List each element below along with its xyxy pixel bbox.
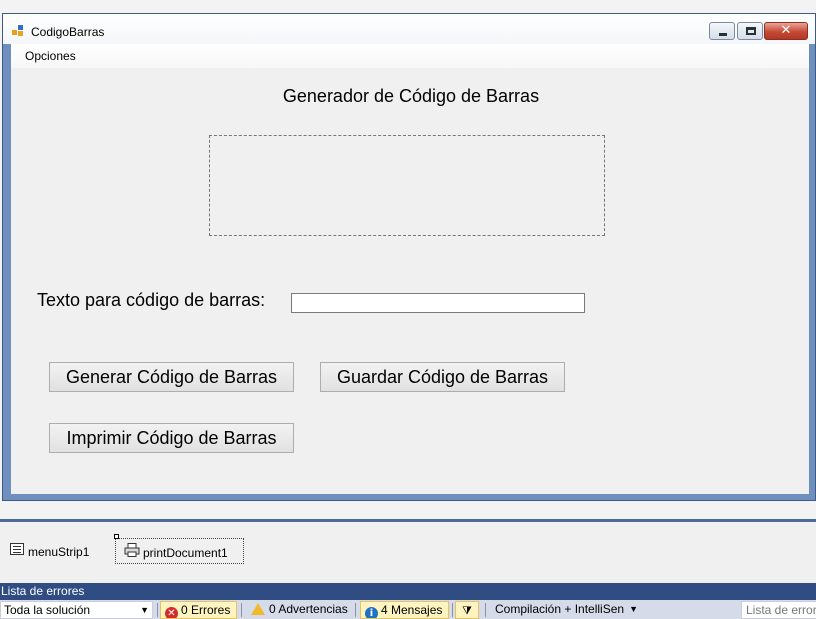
messages-count: 4 Mensajes [381, 603, 443, 617]
form-heading: Generador de Código de Barras [282, 86, 540, 106]
error-list-header: Lista de errores [0, 583, 816, 600]
scope-dropdown[interactable]: Toda la solución ▼ [0, 601, 153, 619]
error-list-toolbar: Toda la solución ▼ ✕ 0 Errores 0 Adverten… [0, 600, 816, 619]
menu-strip: Opciones [11, 44, 809, 68]
toolbar-separator [452, 603, 453, 617]
print-barcode-button[interactable]: Imprimir Código de Barras [49, 423, 294, 453]
toolbar-separator [355, 603, 356, 617]
warning-icon [251, 603, 265, 615]
generate-barcode-button[interactable]: Generar Código de Barras [49, 362, 294, 392]
error-icon: ✕ [165, 607, 178, 618]
form-client-area: Opciones Generador de Código de Barras T… [11, 44, 809, 494]
filter-button[interactable]: ⧩ [455, 601, 479, 619]
printer-icon [124, 543, 140, 557]
barcode-picture-box [209, 135, 605, 236]
menu-item-opciones[interactable]: Opciones [25, 49, 76, 63]
save-barcode-button[interactable]: Guardar Código de Barras [320, 362, 565, 392]
app-icon [12, 25, 25, 36]
chevron-down-icon: ▼ [140, 605, 149, 615]
toolbar-separator [485, 603, 486, 617]
error-list-search[interactable]: Lista de errores [741, 601, 816, 619]
error-list-title: Lista de errores [1, 584, 85, 598]
toolbar-separator [241, 603, 242, 617]
window-title: CodigoBarras [31, 25, 105, 39]
errors-filter-toggle[interactable]: ✕ 0 Errores [160, 601, 237, 619]
designer-surface: CodigoBarras ✕ Opciones Generador de Cód… [0, 0, 816, 519]
filter-icon: ⧩ [462, 605, 472, 617]
minimize-icon [719, 33, 727, 36]
form-window[interactable]: CodigoBarras ✕ Opciones Generador de Cód… [2, 13, 816, 501]
title-bar[interactable]: CodigoBarras ✕ [3, 14, 815, 44]
barcode-text-input[interactable] [291, 293, 585, 313]
info-icon: i [365, 607, 378, 618]
warnings-filter-toggle[interactable]: 0 Advertencias [245, 601, 350, 619]
build-filter-dropdown[interactable]: Compilación + IntelliSen ▼ [491, 601, 641, 619]
chevron-down-icon: ▼ [629, 604, 638, 614]
scope-value: Toda la solución [4, 603, 91, 617]
maximize-button[interactable] [737, 22, 763, 40]
minimize-button[interactable] [709, 22, 735, 40]
errors-count: 0 Errores [181, 603, 231, 617]
component-tray: menuStrip1 printDocument1 [0, 522, 816, 583]
messages-filter-toggle[interactable]: i4 Mensajes [360, 601, 449, 619]
close-button[interactable]: ✕ [764, 22, 808, 40]
barcode-text-label: Texto para código de barras: [37, 290, 266, 310]
maximize-icon [746, 27, 756, 35]
tray-item-label: printDocument1 [143, 546, 228, 560]
search-placeholder: Lista de errores [746, 603, 816, 617]
warnings-count: 0 Advertencias [269, 602, 348, 616]
tray-item-printdocument[interactable]: printDocument1 [114, 534, 244, 564]
close-icon: ✕ [780, 23, 792, 38]
toolbar-separator [157, 603, 158, 617]
tray-item-label: menuStrip1 [28, 545, 90, 559]
menustrip-icon [10, 543, 24, 555]
selection-handle[interactable] [114, 534, 119, 539]
build-filter-value: Compilación + IntelliSen [495, 602, 625, 616]
